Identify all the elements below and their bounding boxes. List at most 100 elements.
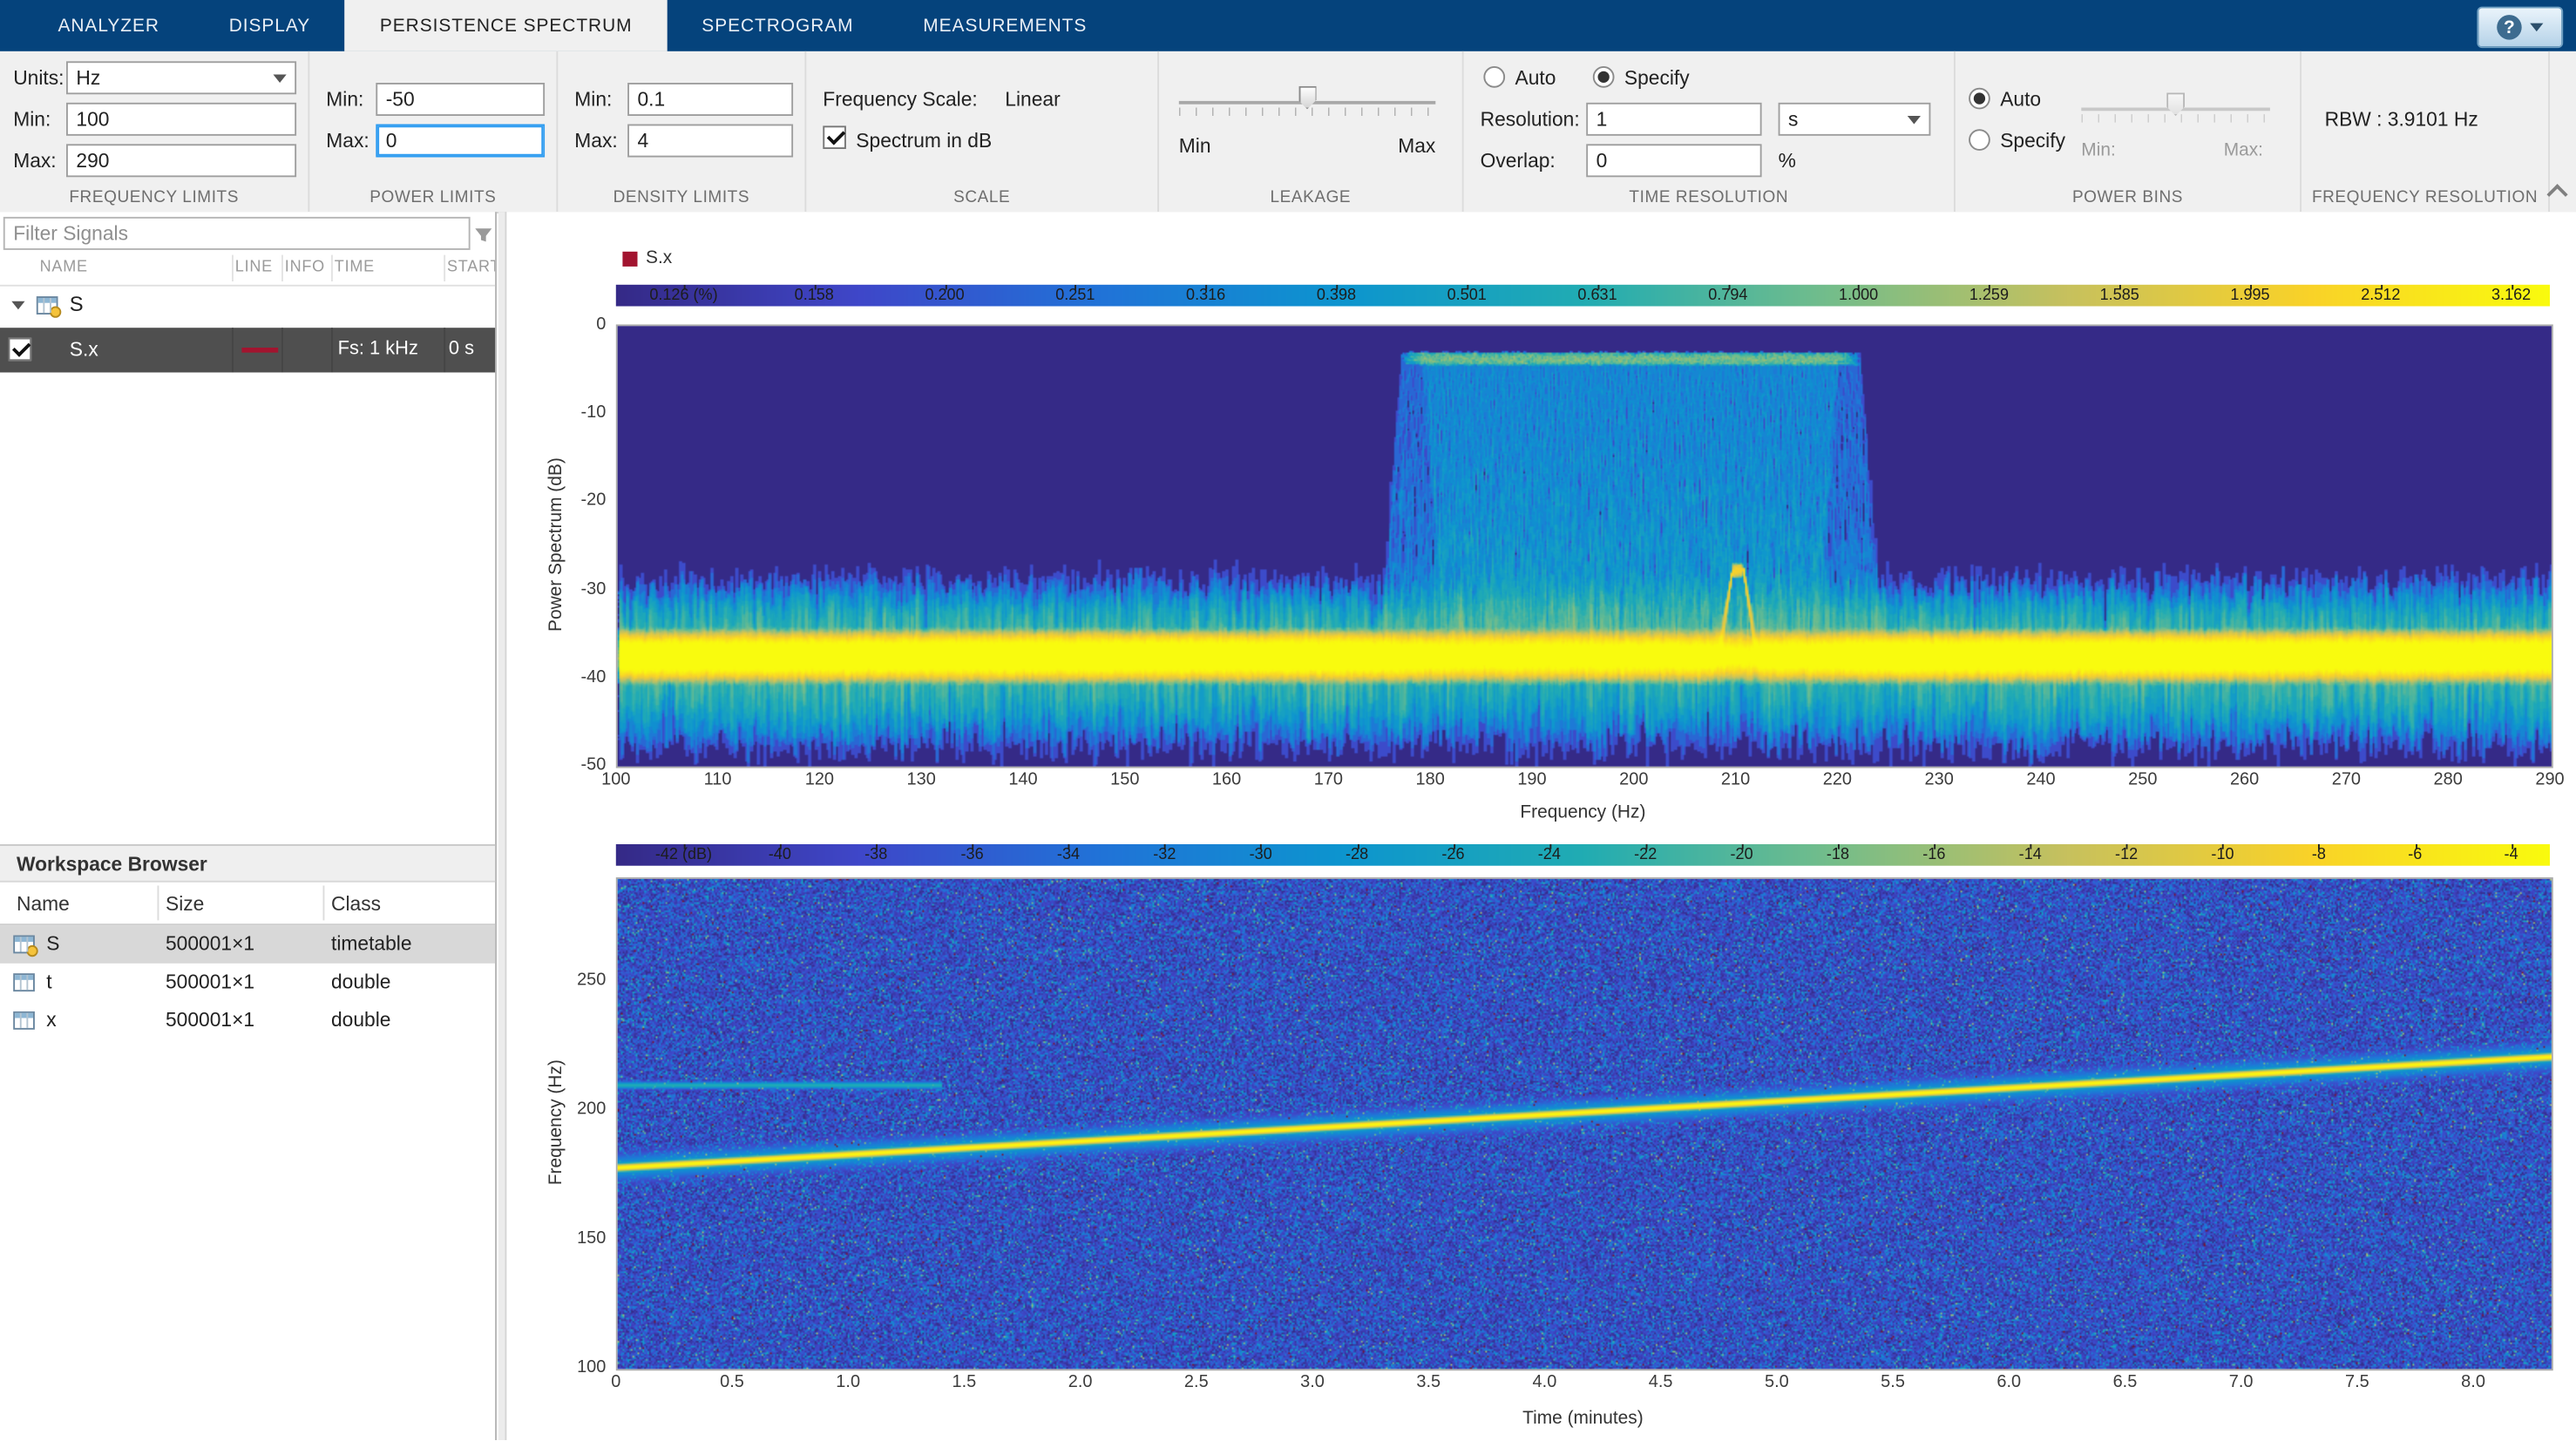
filter-icon[interactable]: [473, 225, 493, 248]
ws-variable-class: timetable: [331, 932, 412, 956]
colorbar-label: -12: [2115, 846, 2138, 864]
column-divider: [232, 255, 234, 281]
time-resolution-auto-radio[interactable]: [1483, 66, 1505, 88]
colorbar-label: 1.259: [1969, 287, 2009, 305]
column-info[interactable]: INFO: [285, 258, 325, 276]
workspace-browser-header[interactable]: Workspace Browser: [0, 844, 495, 883]
tick-label: 0.5: [720, 1372, 744, 1392]
signal-group-row[interactable]: S: [0, 285, 495, 328]
tick-label: 8.0: [2461, 1372, 2485, 1392]
density-max-input[interactable]: [627, 125, 793, 158]
tab-display[interactable]: DISPLAY: [194, 0, 345, 51]
power-min-input[interactable]: [376, 83, 545, 116]
tab-strip: ANALYZER DISPLAY PERSISTENCE SPECTRUM SPECT…: [24, 0, 1122, 51]
workspace-row[interactable]: t 500001×1 double: [0, 964, 495, 1002]
tab-persistence-spectrum[interactable]: PERSISTENCE SPECTRUM: [345, 0, 667, 51]
units-label: Units:: [13, 66, 64, 90]
leakage-slider-thumb[interactable]: [1298, 86, 1317, 110]
workspace-row[interactable]: x 500001×1 double: [0, 1002, 495, 1040]
ws-column-name[interactable]: Name: [17, 892, 70, 916]
section-frequency-resolution: RBW : 3.9101 Hz FREQUENCY RESOLUTION: [2301, 51, 2550, 212]
tab-measurements[interactable]: MEASUREMENTS: [888, 0, 1122, 51]
power-bins-specify-radio[interactable]: [1969, 129, 1990, 151]
ws-variable-class: double: [331, 1008, 390, 1032]
legend[interactable]: S.x: [622, 248, 672, 268]
section-power-bins: Auto Specify Min: Max: POWER BINS: [1956, 51, 2301, 212]
column-time[interactable]: TIME: [335, 258, 375, 276]
persistence-spectrum-canvas[interactable]: [618, 326, 2552, 766]
ws-column-size[interactable]: Size: [166, 892, 204, 916]
timetable-icon: [13, 936, 35, 954]
colorbar-label: -18: [1827, 846, 1849, 864]
colorbar-label: -42 (dB): [655, 846, 712, 864]
ws-variable-name: S: [46, 932, 59, 956]
tick-label: 130: [907, 770, 936, 790]
signal-time: Fs: 1 kHz: [338, 340, 418, 360]
overlap-label: Overlap:: [1481, 149, 1556, 173]
leakage-slider[interactable]: [1179, 85, 1436, 121]
signal-row-sx[interactable]: S.x Fs: 1 kHz 0 s: [0, 328, 495, 372]
colorbar-label: -22: [1634, 846, 1657, 864]
spectrogram-canvas[interactable]: [618, 879, 2552, 1369]
section-time-resolution: Auto Specify Resolution: s Overlap: % TI…: [1464, 51, 1956, 212]
colorbar-label: -8: [2312, 846, 2326, 864]
spectrogram-axes[interactable]: [616, 877, 2553, 1370]
help-icon: ?: [2497, 15, 2522, 39]
frequency-scale-value[interactable]: Linear: [1005, 88, 1060, 112]
overlap-input[interactable]: [1586, 144, 1761, 177]
spectrogram-colorbar: -42 (dB) -40 -38 -36 -34 -32 -30 -28 -26 -24 -22 -2…: [616, 844, 2550, 866]
density-min-input[interactable]: [627, 83, 793, 116]
time-resolution-specify-radio[interactable]: [1593, 66, 1615, 88]
power-bins-specify-label: Specify: [2000, 129, 2065, 152]
tab-bar: ANALYZER DISPLAY PERSISTENCE SPECTRUM SPECT…: [0, 0, 2576, 51]
tick-label: 150: [1110, 770, 1139, 790]
workspace-table-header: Name Size Class: [0, 883, 495, 925]
filter-signals-input[interactable]: [3, 217, 471, 250]
tick-label: 200: [1619, 770, 1648, 790]
double-icon: [13, 973, 35, 991]
power-bins-slider-thumb: [2166, 92, 2185, 116]
plot-area: S.x 0.126 (%) 0.158 0.200 0.251 0.316 0.398 0.…: [506, 212, 2576, 1440]
tab-spectrogram[interactable]: SPECTROGRAM: [667, 0, 888, 51]
collapse-ribbon-icon[interactable]: [2546, 184, 2567, 205]
tick-label: 290: [2535, 770, 2564, 790]
legend-color-swatch: [622, 251, 637, 266]
tab-analyzer[interactable]: ANALYZER: [24, 0, 194, 51]
units-dropdown[interactable]: Hz: [66, 61, 296, 94]
signal-line-swatch: [241, 348, 278, 353]
power-max-input[interactable]: [376, 125, 545, 158]
rbw-value: RBW : 3.9101 Hz: [2325, 108, 2478, 132]
tick-label: 250: [546, 971, 606, 991]
spectrum-db-checkbox[interactable]: [823, 125, 846, 149]
section-title: FREQUENCY RESOLUTION: [2301, 189, 2548, 207]
chevron-down-icon: [2530, 24, 2543, 31]
resolution-input[interactable]: [1586, 103, 1761, 136]
chevron-down-icon: [1908, 115, 1921, 124]
help-button[interactable]: ?: [2477, 7, 2563, 49]
colorbar-label: 2.512: [2361, 287, 2400, 305]
ws-variable-size: 500001×1: [166, 1008, 254, 1032]
panel-splitter[interactable]: [498, 212, 507, 1440]
ws-column-class[interactable]: Class: [331, 892, 381, 916]
column-divider: [444, 328, 445, 372]
workspace-row[interactable]: S 500001×1 timetable: [0, 925, 495, 964]
legend-label: S.x: [646, 248, 672, 268]
tree-expand-icon[interactable]: [11, 301, 24, 310]
freq-min-input[interactable]: [66, 103, 296, 136]
persistence-spectrum-axes[interactable]: [616, 324, 2553, 768]
tick-label: 170: [1314, 770, 1343, 790]
column-name[interactable]: NAME: [40, 258, 88, 276]
freq-max-input[interactable]: [66, 144, 296, 177]
colorbar-label: 0.316: [1186, 287, 1225, 305]
power-bins-auto-radio[interactable]: [1969, 88, 1990, 110]
colorbar-label: -34: [1057, 846, 1080, 864]
section-power-limits: Min: Max: POWER LIMITS: [309, 51, 558, 212]
signal-table-header: NAME LINE INFO TIME START: [0, 252, 495, 287]
persistence-colorbar: 0.126 (%) 0.158 0.200 0.251 0.316 0.398 0.501 0…: [616, 285, 2550, 307]
signal-checkbox[interactable]: [9, 338, 32, 362]
colorbar-label: -26: [1441, 846, 1464, 864]
column-start[interactable]: START: [447, 258, 495, 276]
resolution-units-dropdown[interactable]: s: [1779, 103, 1931, 136]
tick-label: -40: [546, 666, 606, 687]
column-line[interactable]: LINE: [235, 258, 273, 276]
